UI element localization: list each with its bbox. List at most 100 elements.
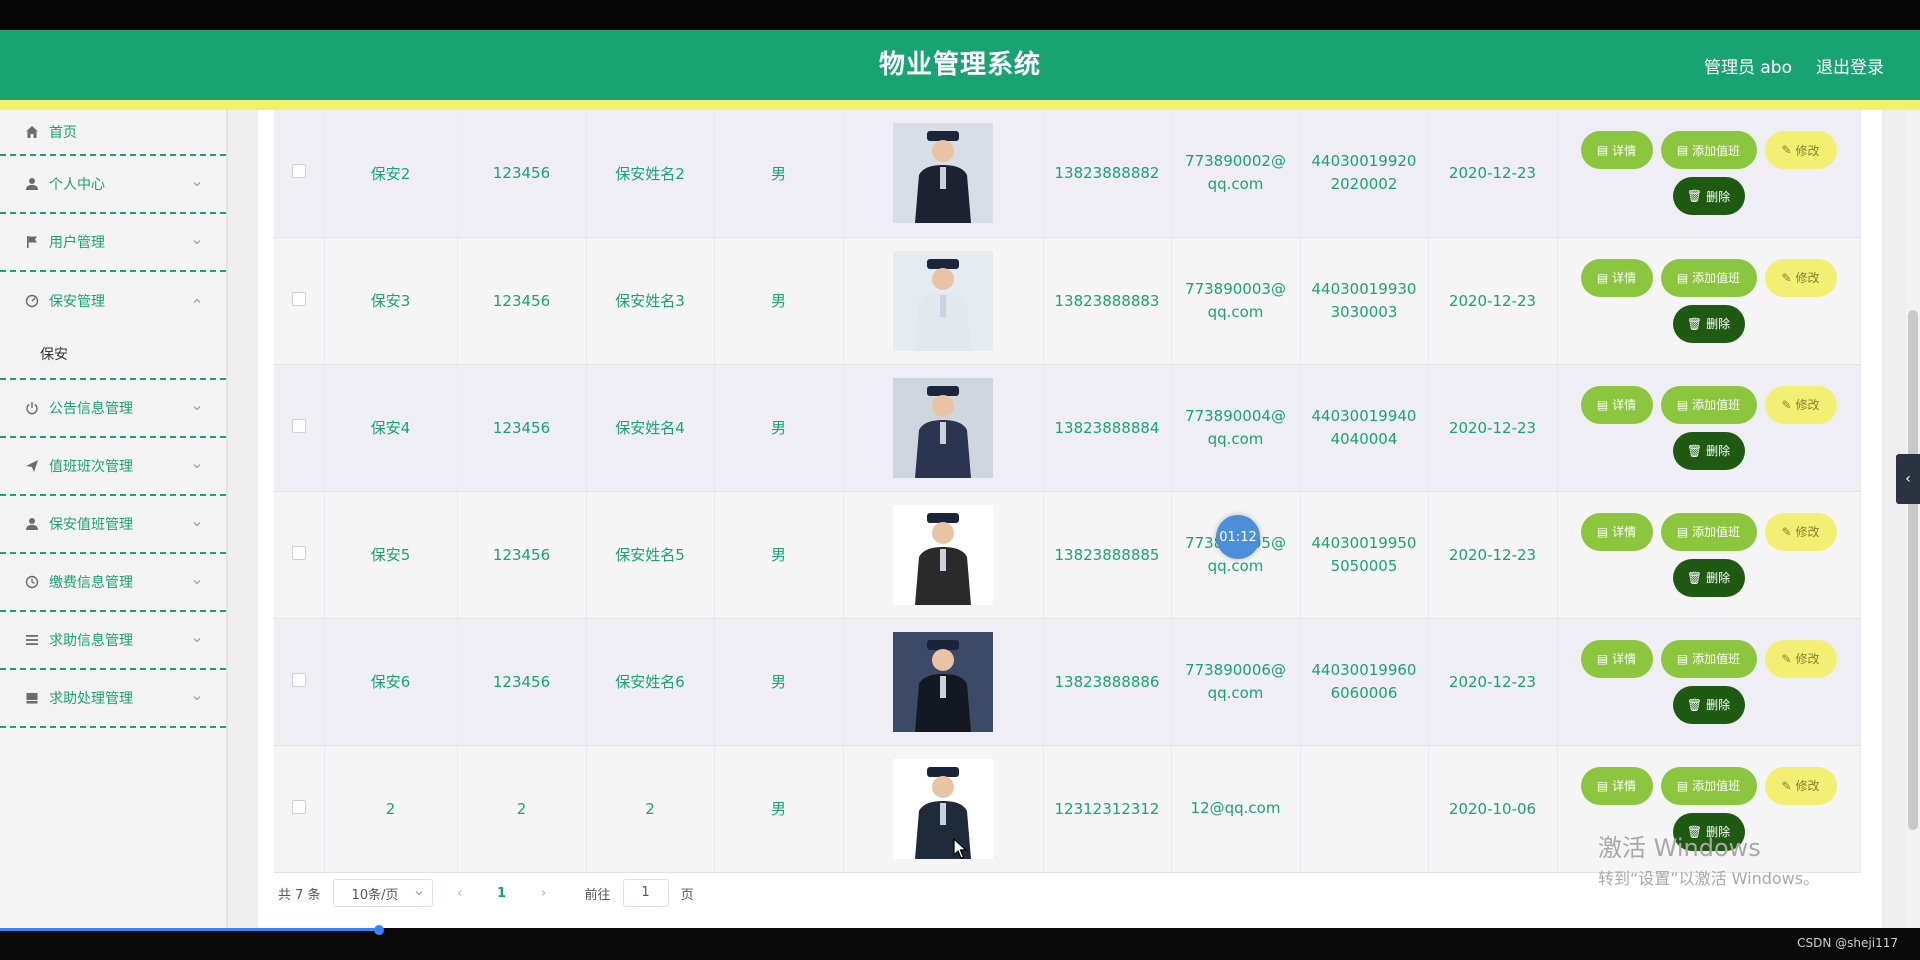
add-shift-button[interactable]: ▤ 添加值班 [1660, 766, 1757, 805]
sidebar-item-notice-management[interactable]: 公告信息管理 [0, 380, 226, 438]
detail-button[interactable]: ▤ 详情 [1580, 512, 1653, 551]
delete-button-label: 删除 [1706, 317, 1731, 331]
password-cell: 123456 [457, 237, 587, 365]
photo-cell [843, 491, 1044, 619]
sidebar-item-help-handle-management[interactable]: 求助处理管理 [0, 670, 226, 728]
account-cell: 保安2 [324, 110, 458, 238]
gender-cell: 男 [714, 364, 844, 492]
edit-button-label: 修改 [1795, 652, 1820, 666]
delete-button[interactable]: 🗑 删除 [1672, 685, 1745, 724]
admin-user-label[interactable]: 管理员 abo [1704, 53, 1792, 78]
guard-table-wrap: 保安2 123456 保安姓名2 男 13823888882 773890002@qq.c… [274, 110, 1861, 873]
add-shift-button-label: 添加值班 [1692, 779, 1741, 793]
home-icon [24, 124, 40, 140]
gender-cell: 男 [714, 110, 844, 238]
phone-cell: 13823888886 [1043, 618, 1172, 746]
sidebar-item-payment-management[interactable]: 缴费信息管理 [0, 554, 226, 612]
detail-button[interactable]: ▤ 详情 [1580, 131, 1653, 170]
delete-button[interactable]: 🗑 删除 [1672, 431, 1745, 470]
add-shift-button-label: 添加值班 [1692, 271, 1741, 285]
watermark-line2: 转到“设置”以激活 Windows。 [1598, 869, 1820, 888]
edit-button[interactable]: ✎ 修改 [1764, 512, 1837, 551]
sidebar-item-label: 首页 [49, 125, 77, 141]
trash-icon: 🗑 [1686, 189, 1703, 204]
email-cell: 773890006@qq.com [1171, 618, 1301, 746]
phone-cell: 13823888882 [1043, 110, 1172, 238]
row-checkbox[interactable] [291, 545, 306, 560]
chevron-down-icon [193, 240, 201, 245]
table-row: 保安4 123456 保安姓名4 男 13823888884 773890004@qq.c… [274, 364, 1861, 492]
actions-cell: ▤ 详情 ▤ 添加值班 ✎ 修改 🗑 删除 [1557, 491, 1861, 619]
row-checkbox[interactable] [291, 672, 306, 687]
delete-button-label: 删除 [1706, 571, 1731, 585]
side-collapse-tab[interactable]: ‹ [1896, 454, 1920, 504]
password-cell: 2 [457, 745, 587, 873]
app-header: 物业管理系统 管理员 abo 退出登录 [0, 30, 1920, 100]
idcard-cell: 440300199303030003 [1300, 237, 1429, 365]
document-icon: ▤ [1596, 524, 1609, 539]
table-row: 保安5123456保安姓名5男13823888885773890005@qq.c… [274, 491, 1861, 619]
sidebar-item-personal-center[interactable]: 个人中心 [0, 156, 226, 214]
page-scrollbar-thumb[interactable] [1908, 310, 1918, 830]
sidebar-item-shift-management[interactable]: 值班班次管理 [0, 438, 226, 496]
phone-cell: 13823888884 [1043, 364, 1172, 492]
row-checkbox[interactable] [291, 418, 306, 433]
row-checkbox[interactable] [291, 799, 306, 814]
sidebar-item-user-management[interactable]: 用户管理 [0, 214, 226, 272]
idcard-cell: 440300199606060006 [1300, 618, 1429, 746]
row-checkbox[interactable] [291, 164, 306, 179]
chevron-left-icon: ‹ [1905, 471, 1911, 487]
detail-button[interactable]: ▤ 详情 [1580, 385, 1653, 424]
delete-button[interactable]: 🗑 删除 [1672, 304, 1745, 343]
video-progress-bar[interactable] [0, 928, 380, 931]
add-shift-button[interactable]: ▤ 添加值班 [1660, 639, 1757, 678]
chevron-down-icon [193, 580, 201, 585]
password-cell: 123456 [457, 110, 587, 238]
logout-button[interactable]: 退出登录 [1816, 53, 1884, 78]
account-cell: 保安6 [324, 618, 458, 746]
app-body: 首页 个人中心 用户管理 保安管理 保安 公告信息管理 值班班次管理 保安值班管… [0, 110, 1920, 928]
table-row: 保安6 123456 保安姓名6 男 13823888886 773890006@qq.c… [274, 618, 1861, 746]
account-cell: 2 [324, 745, 458, 873]
next-page-button[interactable]: › [529, 886, 559, 901]
account-cell: 保安3 [324, 237, 458, 365]
detail-button[interactable]: ▤ 详情 [1580, 639, 1653, 678]
detail-button[interactable]: ▤ 详情 [1580, 766, 1653, 805]
sidebar-item-help-info-management[interactable]: 求助信息管理 [0, 612, 226, 670]
power-icon [24, 400, 40, 416]
edit-button[interactable]: ✎ 修改 [1764, 766, 1837, 805]
delete-button[interactable]: 🗑 删除 [1672, 558, 1745, 597]
row-select-cell [274, 618, 325, 746]
delete-button[interactable]: 🗑 删除 [1672, 177, 1745, 216]
edit-button[interactable]: ✎ 修改 [1764, 639, 1837, 678]
sidebar-subitem-guard[interactable]: 保安 [0, 330, 226, 380]
edit-button[interactable]: ✎ 修改 [1764, 385, 1837, 424]
guard-table: 保安2 123456 保安姓名2 男 13823888882 773890002@qq.c… [274, 110, 1861, 873]
detail-button-label: 详情 [1612, 143, 1637, 158]
edit-button[interactable]: ✎ 修改 [1764, 258, 1837, 297]
pencil-icon: ✎ [1781, 397, 1792, 412]
date-cell: 2020-12-23 [1428, 364, 1558, 492]
video-progress-handle[interactable] [374, 925, 384, 935]
gender-cell: 男 [714, 745, 844, 873]
row-checkbox[interactable] [291, 291, 306, 306]
header-accent-bar [0, 100, 1920, 110]
document-icon: ▤ [1596, 651, 1609, 666]
edit-button[interactable]: ✎ 修改 [1764, 131, 1837, 170]
add-shift-button[interactable]: ▤ 添加值班 [1660, 131, 1757, 170]
add-shift-button[interactable]: ▤ 添加值班 [1660, 385, 1757, 424]
add-shift-button[interactable]: ▤ 添加值班 [1660, 512, 1757, 551]
row-select-cell [274, 110, 325, 238]
window-top-bar [0, 0, 1920, 30]
sidebar-item-guard-management[interactable]: 保安管理 [0, 272, 226, 330]
detail-button-label: 详情 [1612, 652, 1637, 666]
page-number-1[interactable]: 1 [487, 886, 517, 901]
detail-button[interactable]: ▤ 详情 [1580, 258, 1653, 297]
sidebar-item-home[interactable]: 首页 [0, 110, 226, 156]
sidebar-item-guard-duty-management[interactable]: 保安值班管理 [0, 496, 226, 554]
goto-page-input[interactable]: 1 [622, 879, 669, 907]
header-user-area: 管理员 abo 退出登录 [1704, 30, 1884, 100]
add-shift-button[interactable]: ▤ 添加值班 [1660, 258, 1757, 297]
prev-page-button[interactable]: ‹ [445, 886, 475, 901]
page-size-select[interactable]: 10条/页 [332, 879, 433, 907]
